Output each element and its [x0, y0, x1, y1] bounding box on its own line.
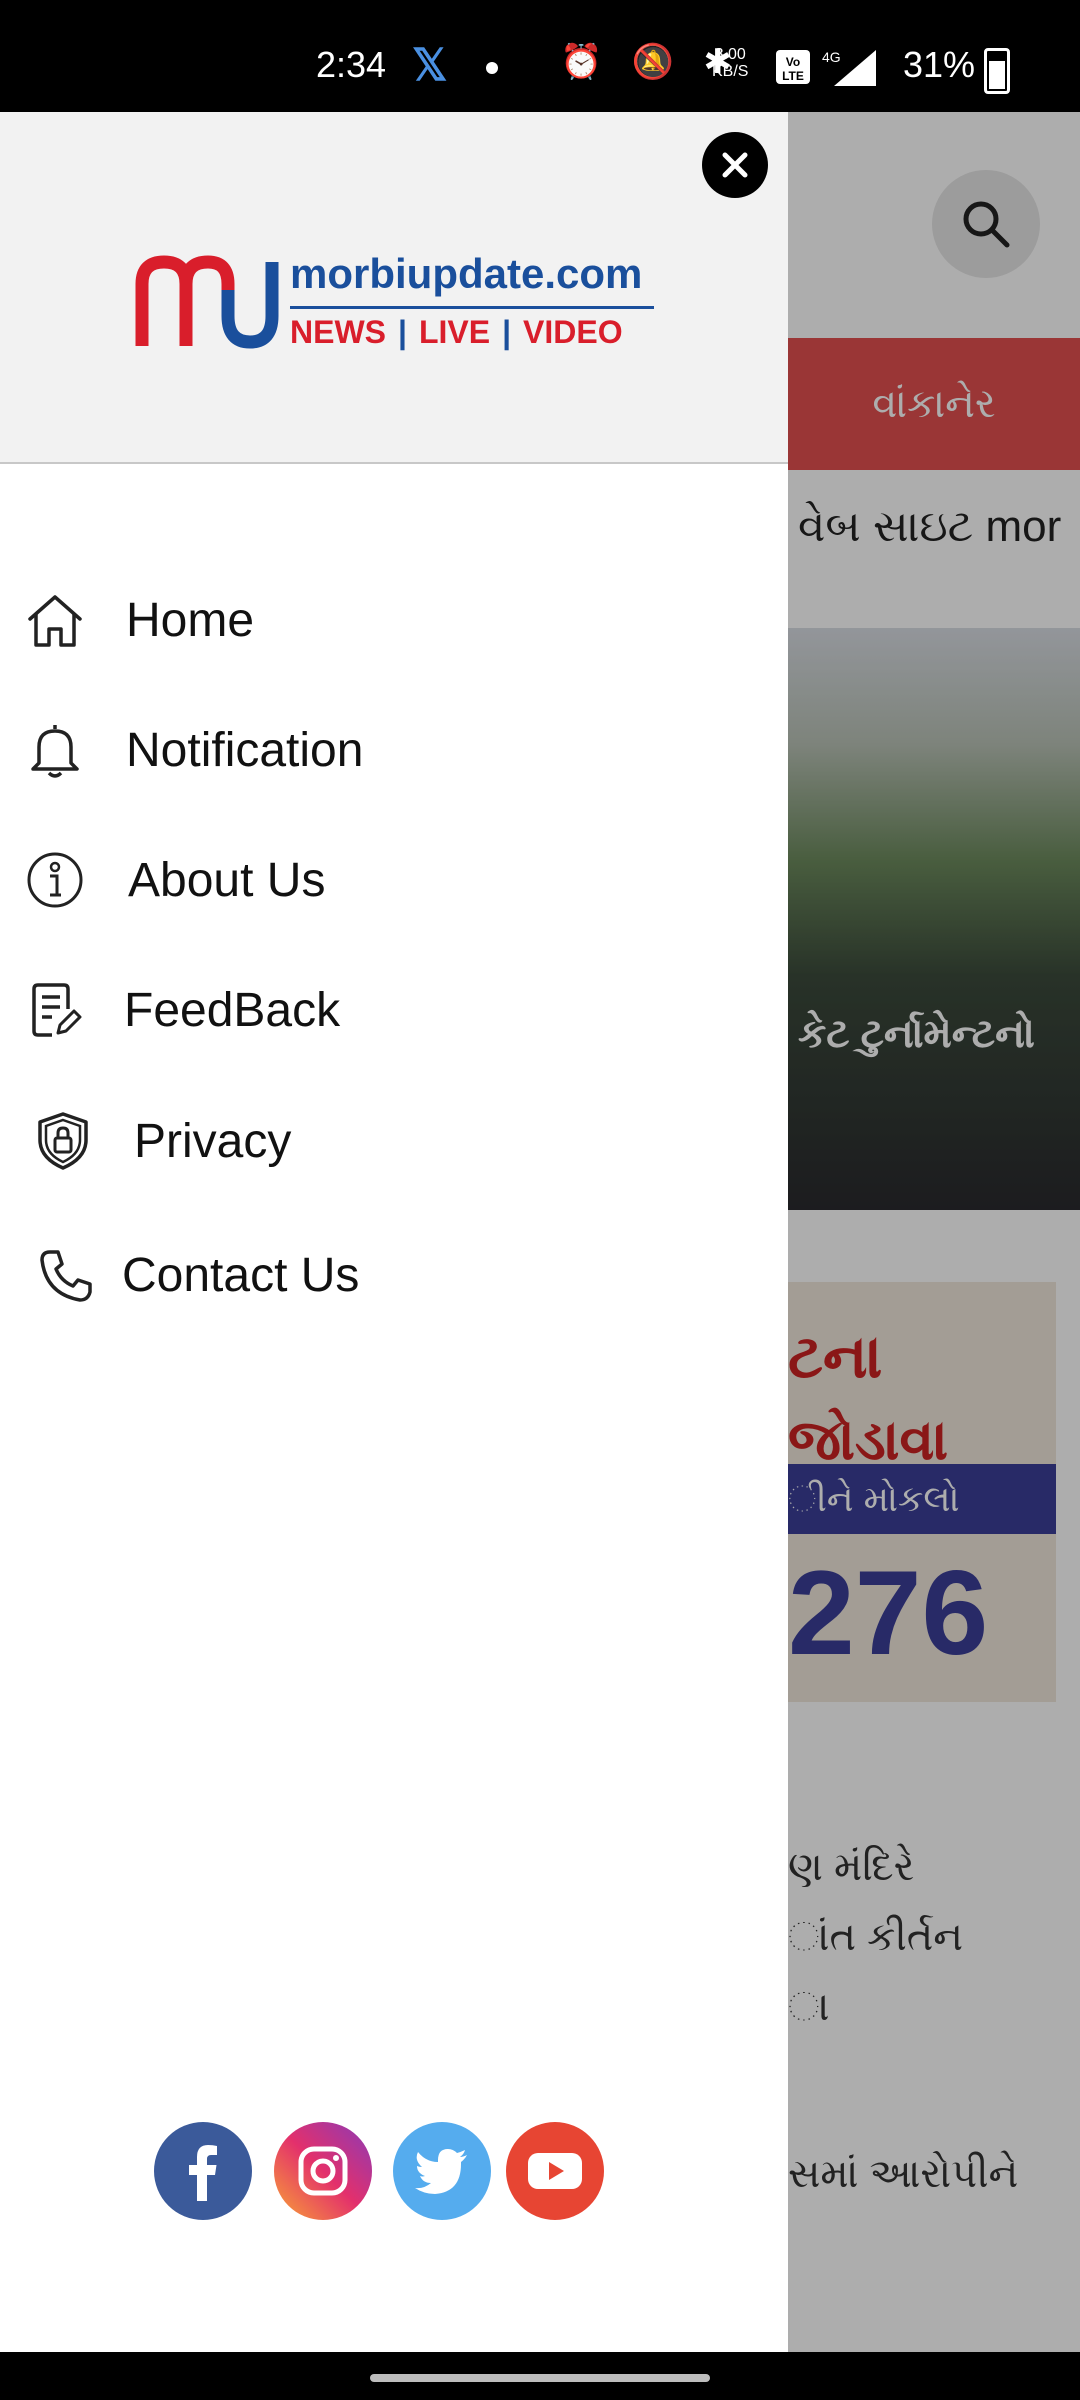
instagram-button[interactable]: [274, 2122, 372, 2220]
battery-icon: [984, 48, 1010, 94]
menu-label-home: Home: [126, 593, 255, 647]
signal-icon: Vo LTE 4G: [776, 49, 876, 86]
logo-tag-video: VIDEO: [523, 314, 623, 350]
phone-icon: [40, 1250, 92, 1302]
menu-label-contact-us: Contact Us: [122, 1248, 360, 1302]
feedback-icon: [32, 983, 82, 1037]
svg-text:Vo: Vo: [786, 55, 800, 69]
menu-label-about-us: About Us: [128, 853, 326, 907]
logo-tag-live: LIVE: [418, 314, 491, 350]
home-icon: [28, 595, 82, 647]
instagram-icon: [298, 2146, 348, 2196]
close-drawer-button[interactable]: [702, 132, 768, 198]
menu-label-notification: Notification: [126, 723, 364, 777]
youtube-icon: [528, 2153, 582, 2189]
brand-logo: morbiupdate.com NEWS | LIVE | VIDEO: [134, 250, 654, 360]
menu-label-privacy: Privacy: [134, 1114, 292, 1168]
x-app-icon: 𝕏: [412, 41, 448, 90]
youtube-button[interactable]: [506, 2122, 604, 2220]
logo-tags: NEWS | LIVE | VIDEO: [290, 314, 623, 351]
shield-lock-icon: [38, 1112, 88, 1170]
menu-item-home[interactable]: Home: [0, 565, 788, 675]
system-nav-bar: [0, 2352, 1080, 2400]
menu-item-privacy[interactable]: Privacy: [0, 1086, 788, 1196]
mu-logo-icon: [135, 255, 279, 349]
svg-text:LTE: LTE: [782, 69, 804, 83]
menu-item-contact-us[interactable]: Contact Us: [0, 1220, 788, 1330]
twitter-button[interactable]: [393, 2122, 491, 2220]
menu-label-feedback: FeedBack: [124, 983, 341, 1037]
drawer-scrim[interactable]: [788, 112, 1080, 2352]
facebook-button[interactable]: [154, 2122, 252, 2220]
net-speed: 8.00 KB/S: [712, 46, 749, 80]
gesture-handle[interactable]: [370, 2374, 710, 2382]
menu-item-feedback[interactable]: FeedBack: [0, 955, 788, 1065]
info-icon: [27, 852, 83, 908]
battery-percent: 31%: [903, 44, 976, 85]
logo-tag-news: NEWS: [290, 314, 386, 350]
menu-item-about-us[interactable]: About Us: [0, 825, 788, 935]
bell-icon: [31, 725, 79, 778]
logo-domain: morbiupdate.com: [290, 250, 643, 297]
status-time: 2:34: [316, 44, 387, 85]
svg-text:4G: 4G: [822, 49, 841, 65]
logo-separator: |: [502, 314, 512, 350]
menu-item-notification[interactable]: Notification: [0, 695, 788, 805]
notification-dot-icon: [486, 62, 498, 74]
status-bar: 2:34 𝕏 ⏰ 🔕 ✱ 8.00 KB/S Vo LTE 4G 31%: [0, 0, 1080, 112]
facebook-icon: [189, 2145, 217, 2201]
logo-separator: |: [398, 314, 407, 350]
drawer-header: morbiupdate.com NEWS | LIVE | VIDEO: [0, 112, 788, 464]
navigation-drawer: morbiupdate.com NEWS | LIVE | VIDEO Home Not…: [0, 112, 788, 2352]
logo-divider: [290, 306, 654, 309]
close-icon: [722, 152, 748, 178]
twitter-icon: [415, 2149, 467, 2194]
